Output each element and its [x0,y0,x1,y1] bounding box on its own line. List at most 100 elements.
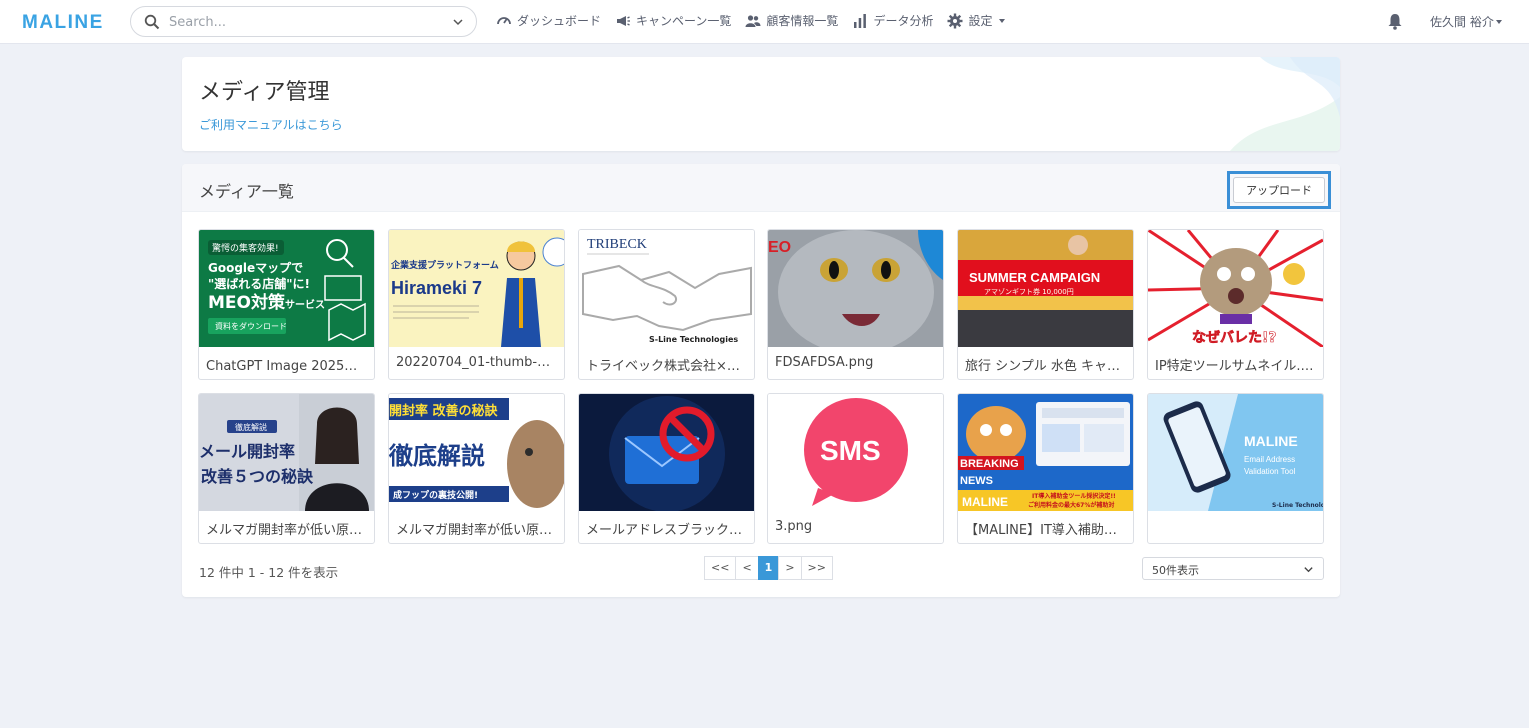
nav-item-dashboard[interactable]: ダッシュボード [496,12,601,29]
nav-item-settings[interactable]: 設定 [947,12,1006,29]
svg-text:アマゾンギフト券 10,000円: アマゾンギフト券 10,000円 [984,287,1074,296]
bell-icon[interactable] [1387,13,1403,30]
media-caption: メルマガ開封率が低い原… [396,523,553,538]
svg-text:Googleマップで: Googleマップで [208,260,303,275]
search-box[interactable] [130,6,477,37]
media-thumbnail: 驚愕の集客効果! Googleマップで "選ばれる店舗"に! MEO対策 サービ… [199,230,374,347]
upload-highlight: アップロード [1227,171,1331,209]
media-caption: メルマガ開封率が低い原… [206,523,363,538]
chevron-down-icon[interactable] [452,16,464,28]
svg-text:MALINE: MALINE [962,495,1008,509]
media-tile[interactable]: SUMMER CAMPAIGN アマゾンギフト券 10,000円 旅行 シンプル… [957,229,1134,380]
svg-text:改善５つの秘訣: 改善５つの秘訣 [201,467,314,486]
pager-page-1[interactable]: 1 [757,556,780,580]
svg-text:SMS: SMS [820,435,881,466]
bar-chart-icon [854,13,867,28]
media-caption: 【MALINE】IT導入補助金… [965,523,1130,538]
svg-text:S-Line Technolo: S-Line Technolo [1272,502,1323,509]
svg-text:Validation Tool: Validation Tool [1244,467,1296,476]
svg-text:ご利用料金の最大67%が補助対: ご利用料金の最大67%が補助対 [1028,501,1114,509]
search-input[interactable] [169,12,439,32]
manual-link[interactable]: ご利用マニュアルはこちら [199,116,343,133]
media-list-card: メディア一覧 アップロード 驚愕の集客効果! Googleマップで "選ばれる店… [182,164,1340,597]
svg-text:EO: EO [768,239,791,256]
media-tile[interactable]: BREAKING NEWS MALINE IT導入補助金ツール採択決定!! ご利… [957,393,1134,544]
caret-down-icon [999,18,1006,23]
nav-item-analytics[interactable]: データ分析 [852,12,933,29]
pager-next[interactable]: > [778,556,802,580]
media-thumbnail: BREAKING NEWS MALINE IT導入補助金ツール採択決定!! ご利… [958,394,1133,511]
svg-text:TRIBECK: TRIBECK [587,237,647,252]
logo-mark: MALINE [22,12,104,33]
svg-text:成フップの裏技公開!: 成フップの裏技公開! [393,489,478,501]
svg-text:"選ばれる店舗"に!: "選ばれる店舗"に! [208,276,310,291]
media-caption [1148,511,1323,543]
svg-text:企業支援プラットフォーム: 企業支援プラットフォーム [390,259,499,271]
media-thumbnail: なぜバレた!? [1148,230,1323,347]
search-icon [144,14,160,30]
logo-text: MALINE [22,12,104,33]
svg-text:サービス: サービス [285,298,325,311]
media-tile[interactable]: EO FDSAFDSA.png [767,229,944,380]
media-tile[interactable]: 驚愕の集客効果! Googleマップで "選ばれる店舗"に! MEO対策 サービ… [198,229,375,380]
svg-text:MALINE: MALINE [1244,433,1298,449]
media-thumbnail: SMS [768,394,943,511]
svg-text:NEWS: NEWS [960,475,993,487]
nav-item-campaigns[interactable]: キャンペーン一覧 [615,12,731,29]
page-title: メディア管理 [199,80,330,105]
pager-last[interactable]: >> [800,556,833,580]
svg-text:SUMMER CAMPAIGN: SUMMER CAMPAIGN [969,270,1100,285]
user-menu[interactable]: 佐久間 裕介 [1430,13,1502,30]
media-caption: 旅行 シンプル 水色 キャン… [965,359,1133,374]
nav-label: キャンペーン一覧 [636,14,732,28]
svg-text:MEO対策: MEO対策 [208,292,286,313]
svg-text:開封率 改善の秘訣: 開封率 改善の秘訣 [389,403,499,419]
chevron-down-icon [1304,567,1313,573]
svg-text:驚愕の集客効果!: 驚愕の集客効果! [212,242,279,254]
media-tile[interactable]: 開封率 改善の秘訣 徹底解説 成フップの裏技公開! メルマガ開封率が低い原… [388,393,565,544]
users-icon [745,14,761,27]
caret-down-icon [1495,19,1502,24]
media-tile[interactable]: TRIBECK S-Line Technologies トライベック株式会社×… [578,229,755,380]
media-tile[interactable]: 徹底解説 メール開封率 改善５つの秘訣 メルマガ開封率が低い原… [198,393,375,544]
media-tile[interactable]: MALINE Email Address Validation Tool S-L… [1147,393,1324,544]
media-tile[interactable]: SMS 3.png [767,393,944,544]
svg-text:メール開封率: メール開封率 [199,442,295,461]
main-nav: ダッシュボード キャンペーン一覧 顧客情報一覧 データ分析 設定 [496,12,1006,29]
media-thumbnail: SUMMER CAMPAIGN アマゾンギフト券 10,000円 [958,230,1133,347]
result-count: 12 件中 1 - 12 件を表示 [199,565,339,580]
media-thumbnail: EO [768,230,943,347]
media-tile[interactable]: 企業支援プラットフォーム Hirameki 7 20220704_01-thum… [388,229,565,380]
upload-button[interactable]: アップロード [1233,177,1325,203]
media-caption: ChatGPT Image 2025年5… [206,359,374,374]
media-thumbnail: TRIBECK S-Line Technologies [579,230,754,347]
svg-text:Hirameki 7: Hirameki 7 [391,278,482,298]
svg-text:なぜバレた!?: なぜバレた!? [1192,330,1277,346]
media-caption: FDSAFDSA.png [775,355,874,370]
nav-item-customers[interactable]: 顧客情報一覧 [745,12,838,29]
svg-text:S-Line Technologies: S-Line Technologies [649,335,738,344]
nav-label: ダッシュボード [517,14,602,28]
per-page-value: 50件表示 [1152,564,1199,577]
pager-prev[interactable]: < [735,556,759,580]
media-thumbnail: MALINE Email Address Validation Tool S-L… [1148,394,1323,511]
svg-text:BREAKING: BREAKING [960,458,1019,470]
media-caption: 3.png [775,519,813,534]
page-header-card: メディア管理 ご利用マニュアルはこちら [182,57,1340,151]
per-page-select[interactable]: 50件表示 [1142,557,1324,580]
media-list-title: メディア一覧 [199,182,294,201]
svg-text:資料をダウンロード: 資料をダウンロード [215,321,287,331]
media-list-header: メディア一覧 アップロード [182,164,1340,212]
media-tile[interactable]: メールアドレスブラック… [578,393,755,544]
svg-text:IT導入補助金ツール採択決定!!: IT導入補助金ツール採択決定!! [1032,492,1116,500]
media-tile[interactable]: なぜバレた!? IP特定ツールサムネイル.… [1147,229,1324,380]
maline-logo[interactable]: MALINE [22,11,104,39]
svg-text:徹底解説: 徹底解説 [235,422,267,432]
pager-first[interactable]: << [704,556,737,580]
media-caption: IP特定ツールサムネイル.… [1155,359,1314,374]
nav-label: データ分析 [873,14,934,28]
gear-icon [947,13,963,28]
top-navbar: MALINE ダッシュボード キャンペーン一覧 顧客情報一覧 データ分析 [0,0,1529,44]
svg-text:徹底解説: 徹底解説 [389,442,485,470]
nav-label: 顧客情報一覧 [766,14,839,28]
